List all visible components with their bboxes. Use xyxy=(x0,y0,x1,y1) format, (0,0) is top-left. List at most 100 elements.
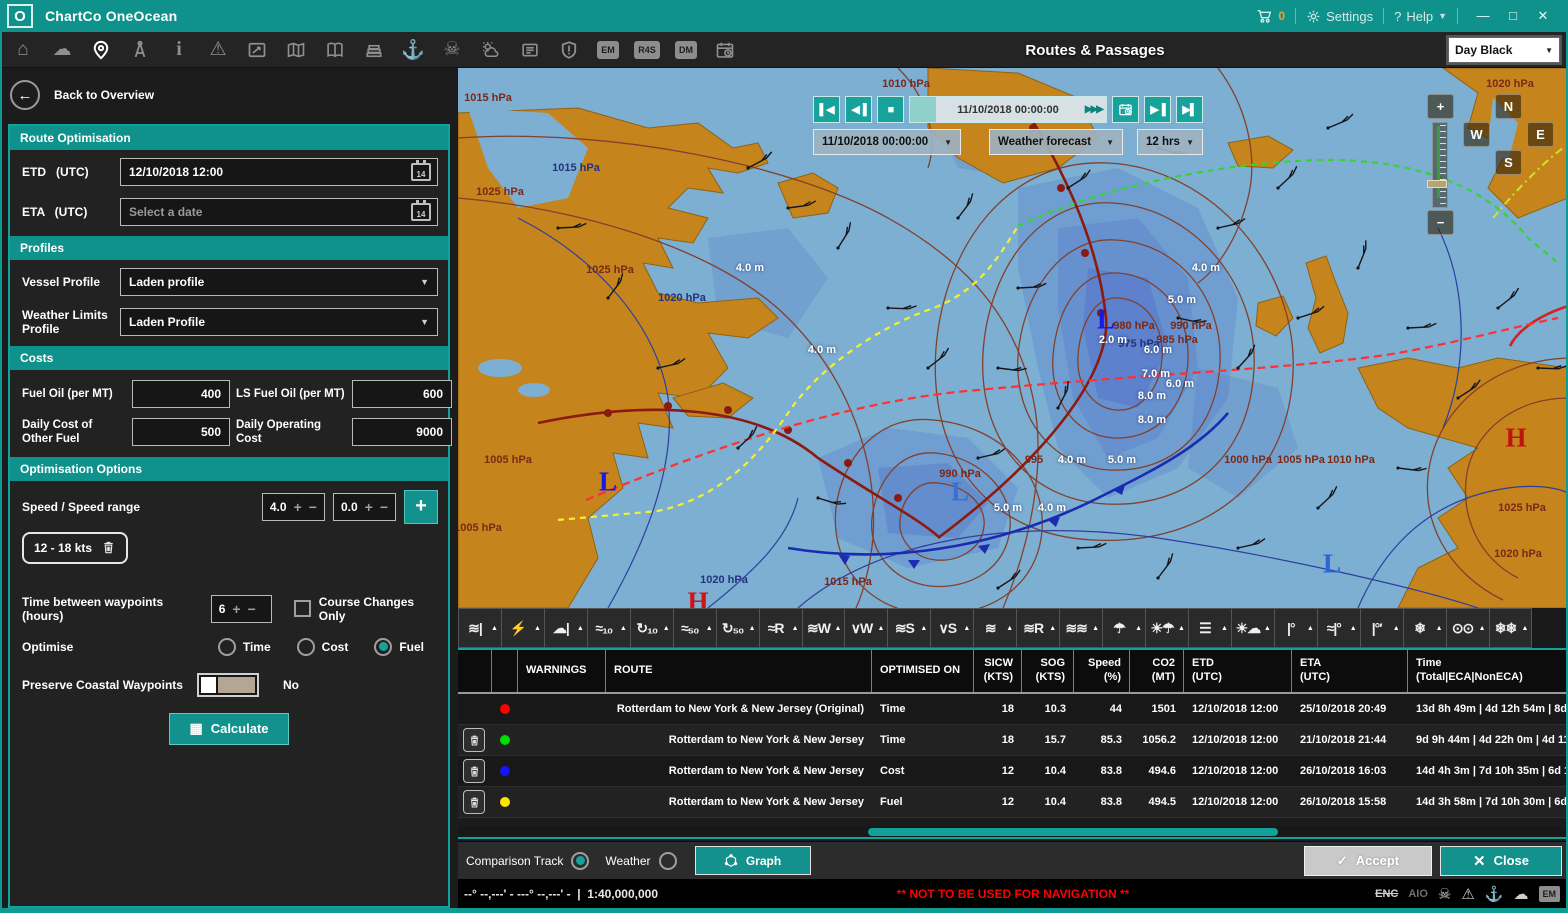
piracy-status-icon[interactable]: ☠ xyxy=(1438,885,1451,903)
layer-expand-caret[interactable]: ▲ xyxy=(1178,625,1185,632)
table-row[interactable]: Rotterdam to New York & New JerseyCost12… xyxy=(458,756,1568,787)
ports-anchor-icon[interactable]: ⚓ xyxy=(398,35,428,65)
table-row[interactable]: Rotterdam to New York & New JerseyTime18… xyxy=(458,725,1568,756)
layer-expand-caret[interactable]: ▲ xyxy=(920,625,927,632)
pan-w-button[interactable]: W xyxy=(1463,122,1490,147)
r4s-badge[interactable]: R4S xyxy=(632,35,662,65)
layer-expand-caret[interactable]: ▲ xyxy=(835,625,842,632)
showers-layer[interactable]: ☀☂▲ xyxy=(1146,608,1189,648)
layer-expand-caret[interactable]: ▲ xyxy=(1436,625,1443,632)
layer-expand-caret[interactable]: ▲ xyxy=(1006,625,1013,632)
library-books-icon[interactable] xyxy=(359,35,389,65)
scrollbar-thumb[interactable] xyxy=(868,828,1278,836)
publications-book-icon[interactable] xyxy=(320,35,350,65)
minus-icon[interactable]: − xyxy=(248,601,256,617)
plus-icon[interactable]: + xyxy=(365,499,373,515)
layer-expand-caret[interactable]: ▲ xyxy=(1049,625,1056,632)
layer-expand-caret[interactable]: ▲ xyxy=(491,625,498,632)
cart-button[interactable]: 0 xyxy=(1256,8,1285,25)
wind-profile-layer[interactable]: ≋|▲ xyxy=(458,608,502,648)
horizontal-scrollbar[interactable] xyxy=(458,826,1568,839)
home-icon[interactable]: ⌂ xyxy=(8,35,38,65)
sun-shower-layer[interactable]: ☀☁▲ xyxy=(1232,608,1275,648)
visibility-layer[interactable]: ⊙⊙▲ xyxy=(1447,608,1490,648)
warnings-triangle-icon[interactable]: ⚠ xyxy=(203,35,233,65)
theme-dropdown[interactable]: Day Black ▼ xyxy=(1448,37,1560,63)
wind-relative-layer[interactable]: ≈R▲ xyxy=(760,608,803,648)
fog-layer[interactable]: ☰▲ xyxy=(1189,608,1232,648)
calculate-button[interactable]: ▦ Calculate xyxy=(169,713,289,745)
close-button[interactable]: ✕ Close xyxy=(1440,846,1562,876)
comparison-track-radio[interactable] xyxy=(571,852,589,870)
swell-layer[interactable]: ≋S▲ xyxy=(888,608,931,648)
timeline-progress-bar[interactable]: 11/10/2018 00:00:00 ▶▶▶ xyxy=(909,96,1107,123)
trash-icon[interactable] xyxy=(101,540,116,555)
plus-icon[interactable]: + xyxy=(232,601,240,617)
passage-tools-dividers-icon[interactable] xyxy=(125,35,155,65)
layer-expand-caret[interactable]: ▲ xyxy=(749,625,756,632)
layer-expand-caret[interactable]: ▲ xyxy=(1393,625,1400,632)
minus-icon[interactable]: − xyxy=(309,499,317,515)
weather-limits-dropdown[interactable]: Laden Profile ▼ xyxy=(120,308,438,336)
zoom-in-button[interactable]: + xyxy=(1427,94,1454,119)
close-window-button[interactable]: ✕ xyxy=(1528,8,1558,24)
speed-range-chip[interactable]: 12 - 18 kts xyxy=(22,532,128,564)
wind-wave-layer[interactable]: ≋W▲ xyxy=(803,608,846,648)
settings-button[interactable]: Settings xyxy=(1306,9,1373,24)
pan-e-button[interactable]: E xyxy=(1527,122,1554,147)
speed-range-stepper[interactable]: 0.0 + − xyxy=(333,493,396,521)
delete-route-button[interactable] xyxy=(463,728,485,752)
course-changes-checkbox[interactable] xyxy=(294,600,310,617)
wind-10m-layer[interactable]: ≈₁₀▲ xyxy=(588,608,631,648)
rain-layer[interactable]: ☂▲ xyxy=(1103,608,1146,648)
total-sea-layer[interactable]: ≋≋▲ xyxy=(1060,608,1103,648)
weather-radio[interactable] xyxy=(659,852,677,870)
layer-expand-caret[interactable]: ▲ xyxy=(1135,625,1142,632)
dm-badge[interactable]: DM xyxy=(671,35,701,65)
layer-expand-caret[interactable]: ▲ xyxy=(1350,625,1357,632)
speed-stepper[interactable]: 4.0 + − xyxy=(262,493,325,521)
enc-toggle[interactable]: ENC xyxy=(1375,888,1398,900)
minimize-button[interactable]: — xyxy=(1468,8,1498,24)
layer-expand-caret[interactable]: ▲ xyxy=(577,625,584,632)
layer-expand-caret[interactable]: ▲ xyxy=(1479,625,1486,632)
swell-dir-layer[interactable]: ∨S▲ xyxy=(931,608,974,648)
optimise-radio-time[interactable]: Time xyxy=(218,638,271,656)
layer-expand-caret[interactable]: ▲ xyxy=(534,625,541,632)
relative-wave-layer[interactable]: ≋R▲ xyxy=(1017,608,1060,648)
optimise-radio-fuel[interactable]: Fuel xyxy=(374,638,424,656)
calendar-icon[interactable]: 14 xyxy=(411,203,431,221)
zoom-slider[interactable] xyxy=(1432,122,1448,208)
plus-icon[interactable]: + xyxy=(294,499,302,515)
gust-50m-layer[interactable]: ↻₅₀▲ xyxy=(717,608,760,648)
delete-route-button[interactable] xyxy=(463,790,485,814)
optimise-radio-cost[interactable]: Cost xyxy=(297,638,349,656)
weather-status-icon[interactable]: ☁ xyxy=(1514,885,1529,903)
layer-expand-caret[interactable]: ▲ xyxy=(1522,625,1529,632)
cost-input-1[interactable]: 600 xyxy=(352,380,452,408)
help-button[interactable]: ? Help ▼ xyxy=(1394,9,1447,24)
cloud-upload-icon[interactable]: ☁ xyxy=(47,35,77,65)
weather-layer-dropdown[interactable]: Weather forecast ▼ xyxy=(989,129,1123,155)
layer-expand-caret[interactable]: ▲ xyxy=(877,625,884,632)
news-icon[interactable] xyxy=(515,35,545,65)
step-forward-button[interactable]: ▶▐ xyxy=(1144,96,1171,123)
layer-expand-caret[interactable]: ▲ xyxy=(620,625,627,632)
vessel-profile-dropdown[interactable]: Laden profile ▼ xyxy=(120,268,438,296)
logbook-calendar-icon[interactable] xyxy=(710,35,740,65)
weather-suncloud-icon[interactable] xyxy=(476,35,506,65)
cost-input-0[interactable]: 400 xyxy=(132,380,230,408)
pan-s-button[interactable]: S xyxy=(1495,150,1522,175)
chart-folio-icon[interactable] xyxy=(281,35,311,65)
layer-expand-caret[interactable]: ▲ xyxy=(663,625,670,632)
zoom-slider-handle[interactable] xyxy=(1427,180,1447,188)
table-row[interactable]: Rotterdam to New York & New JerseyFuel12… xyxy=(458,787,1568,818)
stop-button[interactable]: ■ xyxy=(877,96,904,123)
warning-status-icon[interactable]: ⚠ xyxy=(1461,885,1474,903)
sig-wave-height-layer[interactable]: ≋▲ xyxy=(974,608,1017,648)
anchor-status-icon[interactable]: ⚓ xyxy=(1485,885,1504,903)
passage-plan-icon[interactable] xyxy=(242,35,272,65)
maximize-button[interactable]: □ xyxy=(1498,8,1528,24)
gust-10m-layer[interactable]: ↻₁₀▲ xyxy=(631,608,674,648)
em-status-badge[interactable]: EM xyxy=(1539,886,1561,902)
